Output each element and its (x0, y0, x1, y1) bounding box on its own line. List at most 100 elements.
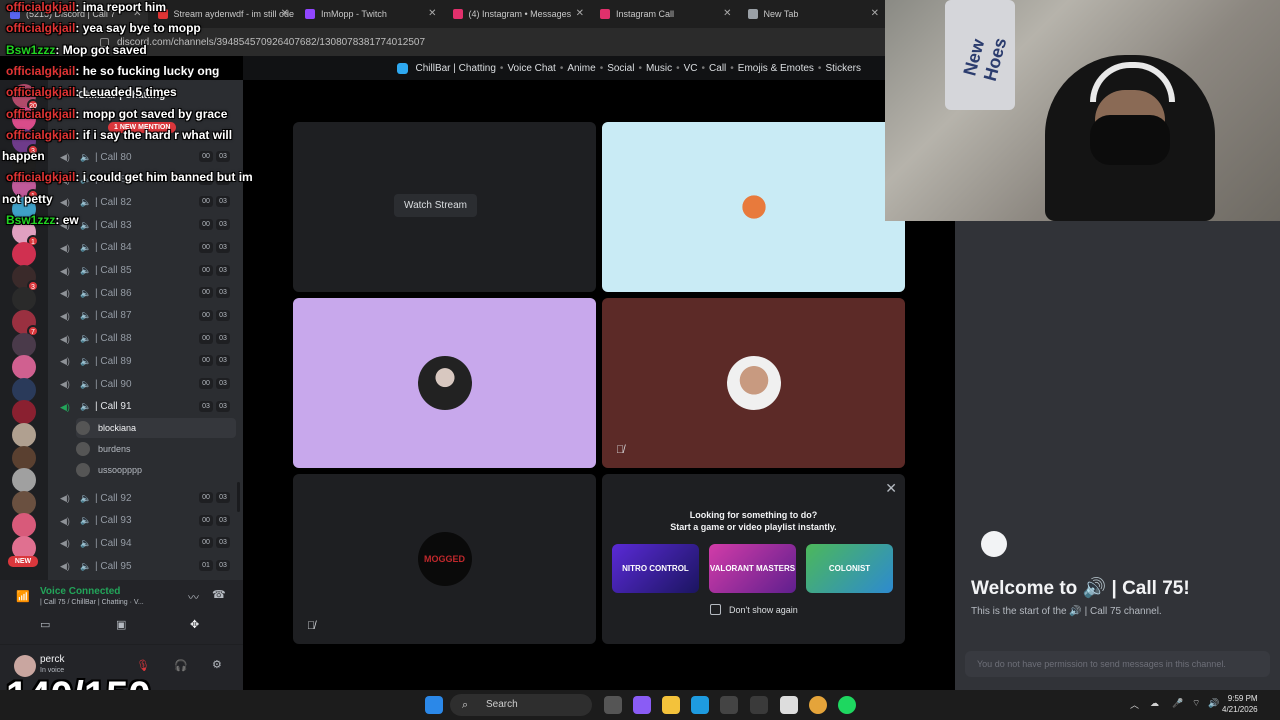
taskbar-search[interactable]: ⌕ Search (450, 694, 592, 716)
participant-tile[interactable] (293, 298, 596, 468)
server-icon[interactable] (12, 490, 36, 515)
server-icon[interactable] (12, 287, 36, 312)
voice-channel[interactable]: ◀) 🔈 | Call 95 01 03 (48, 555, 243, 577)
activities-icon[interactable]: ✥ (190, 618, 199, 631)
welcome-subtitle: This is the start of the 🔊 | Call 75 cha… (971, 606, 1162, 617)
mic-tray-icon[interactable]: 🎤 (1172, 698, 1183, 709)
server-header-link[interactable]: Call (709, 63, 726, 74)
scrollbar[interactable] (237, 482, 240, 512)
server-icon[interactable]: 3 (12, 264, 39, 292)
wifi-icon[interactable]: ⌔ (1192, 698, 1200, 709)
app-icon[interactable] (750, 696, 768, 714)
close-icon[interactable]: ✕ (885, 480, 897, 497)
voice-channel[interactable]: ◀) 🔈 | Call 91 03 03 (48, 396, 243, 418)
close-tab-icon[interactable]: ✕ (871, 8, 879, 19)
separator: • (817, 62, 822, 74)
edge-icon[interactable] (691, 696, 709, 714)
participant-tile[interactable]: MOGGED 🎙̸ (293, 474, 596, 644)
activity-card-nitro-control[interactable]: NITRO CONTROL (612, 544, 699, 593)
store-icon[interactable] (720, 696, 738, 714)
close-tab-icon[interactable]: ✕ (723, 8, 731, 19)
speaker-icon: ◀) (60, 379, 70, 389)
close-tab-icon[interactable]: ✕ (281, 8, 289, 19)
voice-channel[interactable]: ◀) 🔈 | Call 87 00 03 (48, 305, 243, 327)
server-icon[interactable] (12, 377, 36, 402)
server-icon[interactable] (12, 423, 36, 447)
settings-gear-icon[interactable]: ⚙ (212, 658, 222, 671)
volume-icon[interactable]: 🔊 (1208, 698, 1219, 709)
browser-tab[interactable]: New Tab ✕ (738, 0, 886, 28)
voice-status[interactable]: Voice Connected (40, 586, 120, 597)
voice-member[interactable]: blockiana (76, 418, 236, 438)
checkbox-box[interactable] (710, 604, 721, 615)
close-tab-icon[interactable]: ✕ (576, 8, 584, 19)
activity-card-valorant[interactable]: VALORANT MASTERS (709, 544, 796, 593)
voice-channel[interactable]: ◀) 🔈 | Call 88 00 03 (48, 328, 243, 350)
voice-channel[interactable]: ◀) 🔈 | Call 94 00 03 (48, 532, 243, 554)
server-header-link[interactable]: ChillBar | Chatting (416, 63, 496, 74)
server-icon[interactable] (12, 445, 36, 470)
server-header-link[interactable]: Stickers (825, 63, 861, 74)
browser-tab[interactable]: Instagram Call ✕ (590, 0, 738, 28)
stream-tile[interactable]: Watch Stream (293, 122, 596, 292)
voice-member[interactable]: burdens (76, 439, 236, 459)
server-icon[interactable] (12, 332, 36, 357)
windows-start-icon[interactable] (425, 696, 443, 714)
onedrive-icon[interactable]: ☁ (1150, 698, 1159, 709)
server-icon[interactable] (12, 242, 36, 267)
watch-stream-button[interactable]: Watch Stream (394, 194, 477, 217)
server-header-link[interactable]: Emojis & Emotes (738, 63, 814, 74)
speaker-icon: ◀) (60, 197, 70, 208)
voice-channel[interactable]: ◀) 🔈 | Call 80 00 03 (48, 146, 243, 168)
task-view-icon[interactable] (604, 696, 622, 714)
signal-icon[interactable]: 📶 (16, 590, 30, 603)
chat-username: officialgkjail (6, 85, 76, 100)
server-icon[interactable] (12, 513, 36, 538)
tray-chevron-icon[interactable]: ︿ (1130, 698, 1139, 711)
message-input[interactable]: You do not have permission to send messa… (965, 651, 1270, 677)
capcut-icon[interactable] (780, 696, 798, 714)
noise-suppression-icon[interactable]: 〰 (188, 589, 199, 605)
voice-channel[interactable]: ◀) 🔈 | Call 86 00 03 (48, 282, 243, 304)
server-header-link[interactable]: VC (684, 63, 698, 74)
file-explorer-icon[interactable] (662, 696, 680, 714)
mic-muted-icon[interactable]: 🎙 (136, 659, 150, 672)
separator: • (676, 62, 680, 74)
server-icon[interactable]: 7 (12, 310, 39, 337)
camera-icon[interactable]: ▭ (40, 618, 50, 631)
voice-member[interactable]: ussoopppp (76, 460, 236, 480)
voice-channel-label[interactable]: | Call 75 / ChillBar | Chatting · V... (40, 599, 144, 606)
server-header-link[interactable]: Social (607, 63, 634, 74)
copilot-icon[interactable] (633, 696, 651, 714)
voice-channel[interactable]: ◀) 🔈 | Call 90 00 03 (48, 373, 243, 395)
server-icon[interactable] (12, 355, 36, 380)
spotify-icon[interactable] (838, 696, 856, 714)
server-header-link[interactable]: Voice Chat (507, 63, 555, 74)
screen-share-icon[interactable]: ▣ (116, 618, 126, 631)
activity-card-colonist[interactable]: COLONIST (806, 544, 893, 593)
new-badge[interactable]: NEW (8, 556, 38, 567)
chat-message: happen (2, 149, 45, 163)
chrome-icon[interactable] (809, 696, 827, 714)
disconnect-icon[interactable]: ☎ (212, 588, 226, 601)
participant-tile[interactable]: 🎙̸ (602, 298, 905, 468)
chat-username: officialgkjail (6, 21, 76, 36)
browser-tab[interactable]: ImMopp - Twitch ✕ (295, 0, 443, 28)
system-clock[interactable]: 9:59 PM 4/21/2026 (1222, 693, 1258, 715)
close-tab-icon[interactable]: ✕ (428, 8, 436, 19)
voice-channel[interactable]: ◀) 🔈 | Call 85 00 03 (48, 260, 243, 282)
server-icon[interactable] (12, 400, 36, 425)
voice-channel[interactable]: ◀) 🔈 | Call 82 00 03 (48, 191, 243, 213)
participant-tile[interactable] (602, 122, 905, 292)
voice-channel[interactable]: ◀) 🔈 | Call 89 00 03 (48, 350, 243, 372)
server-header-link[interactable]: Anime (567, 63, 595, 74)
voice-channel[interactable]: ◀) 🔈 | Call 84 00 03 (48, 237, 243, 259)
headphones-icon[interactable]: 🎧 (174, 659, 188, 672)
server-icon[interactable] (12, 468, 36, 493)
participant-avatar (726, 180, 781, 234)
voice-channel[interactable]: ◀) 🔈 | Call 92 00 03 (48, 487, 243, 509)
voice-channel[interactable]: ◀) 🔈 | Call 93 00 03 (48, 510, 243, 532)
browser-tab[interactable]: (4) Instagram • Messages ✕ (443, 0, 591, 28)
server-header-link[interactable]: Music (646, 63, 672, 74)
dont-show-again-checkbox[interactable]: Don't show again (710, 604, 798, 615)
